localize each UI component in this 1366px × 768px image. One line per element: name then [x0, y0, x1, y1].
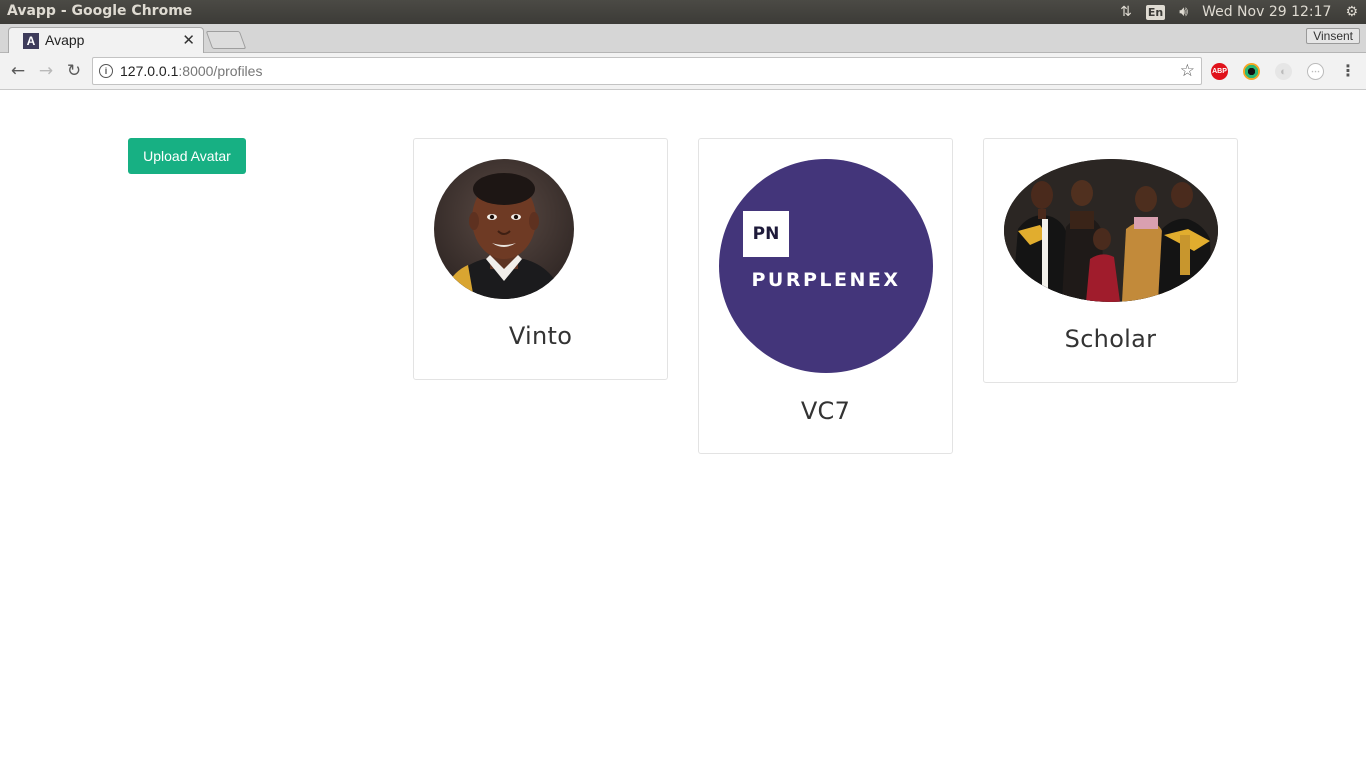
system-indicators: ⇅ En 🔊︎ Wed Nov 29 12:17 ⚙ [1120, 0, 1358, 24]
site-info-icon[interactable]: i [99, 64, 113, 78]
volume-icon[interactable]: 🔊︎ [1179, 4, 1188, 20]
profile-name: VC7 [800, 397, 851, 425]
reload-icon[interactable]: ↻ [64, 61, 84, 81]
window-title: Avapp - Google Chrome [7, 3, 193, 19]
chrome-menu-icon[interactable]: ⋮ [1340, 61, 1356, 80]
network-icon[interactable]: ⇅ [1120, 4, 1132, 20]
profile-card: Vinto [413, 138, 668, 380]
os-top-panel: Avapp - Google Chrome ⇅ En 🔊︎ Wed Nov 29… [0, 0, 1366, 24]
tab-strip: A Avapp ✕ Vinsent [0, 24, 1366, 53]
tab-close-icon[interactable]: ✕ [182, 31, 195, 49]
back-arrow-icon[interactable]: ← [8, 61, 28, 81]
upload-avatar-button[interactable]: Upload Avatar [128, 138, 246, 174]
color-extension-icon[interactable] [1243, 63, 1260, 80]
bookmark-star-icon[interactable]: ☆ [1180, 61, 1195, 81]
tab-avapp[interactable]: A Avapp ✕ [8, 27, 204, 53]
new-tab-button[interactable] [205, 31, 247, 49]
url-text[interactable]: 127.0.0.1:8000/profiles [120, 63, 262, 79]
profile-button[interactable]: Vinsent [1306, 28, 1360, 44]
portrait-photo [434, 159, 574, 299]
browser-toolbar: ← → ↻ i 127.0.0.1:8000/profiles ☆ ABP ◐ … [0, 53, 1366, 90]
tab-favicon: A [23, 33, 39, 49]
profile-card: PN PURPLENEX VC7 [698, 138, 953, 454]
tab-title: Avapp [45, 32, 85, 48]
clock[interactable]: Wed Nov 29 12:17 [1202, 4, 1331, 20]
address-bar[interactable]: i 127.0.0.1:8000/profiles ☆ [92, 57, 1202, 85]
graduation-family-photo [1004, 159, 1218, 302]
extension-4-icon[interactable]: ⋯ [1307, 63, 1324, 80]
forward-arrow-icon[interactable]: → [36, 61, 56, 81]
purplenex-logo-text: PURPLENEX [751, 269, 901, 291]
avatar [1004, 159, 1218, 302]
adblock-extension-icon[interactable]: ABP [1211, 63, 1228, 80]
avatar: PN PURPLENEX [719, 159, 933, 373]
avatar [434, 159, 574, 299]
profile-name: Vinto [508, 322, 573, 350]
profile-name: Scholar [1064, 325, 1157, 353]
profile-card: Scholar [983, 138, 1238, 383]
extension-3-icon[interactable]: ◐ [1275, 63, 1292, 80]
keyboard-language-indicator[interactable]: En [1145, 4, 1166, 20]
page-content: Upload Avatar Vinto PN PURPLENEX VC7 Sch… [0, 91, 1366, 768]
settings-gear-icon[interactable]: ⚙ [1345, 4, 1358, 20]
purplenex-logo-mark: PN [743, 211, 789, 257]
